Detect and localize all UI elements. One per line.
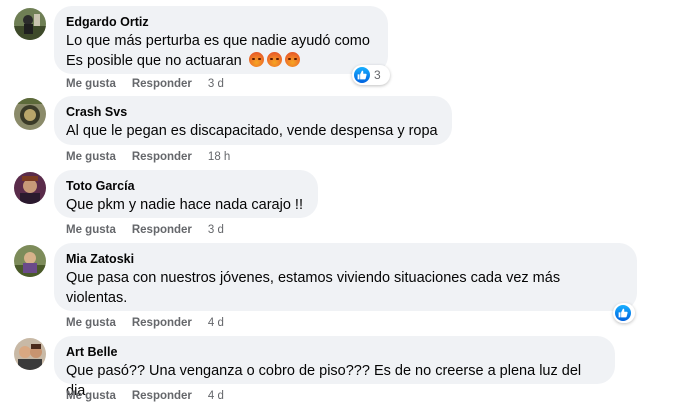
- like-button[interactable]: Me gusta: [66, 223, 116, 237]
- avatar[interactable]: [14, 98, 46, 130]
- comment-line: Lo que más perturba es que nadie ayudó c…: [66, 33, 370, 49]
- like-reaction-icon: [354, 67, 370, 83]
- comment-timestamp[interactable]: 4 d: [208, 316, 224, 330]
- comment-timestamp[interactable]: 18 h: [208, 150, 230, 164]
- comment-actions: Me gusta Responder 3 d: [66, 77, 224, 91]
- reply-button[interactable]: Responder: [132, 223, 192, 237]
- comment-bubble: Edgardo Ortiz Lo que más perturba es que…: [54, 6, 388, 74]
- comment-bubble: Mia Zatoski Que pasa con nuestros jóvene…: [54, 243, 637, 311]
- comment-author[interactable]: Toto García: [66, 178, 306, 194]
- reaction-count: 3: [374, 68, 381, 82]
- comment-line: Que pasa con nuestros jóvenes, estamos v…: [66, 270, 561, 286]
- comment-bubble: Crash Svs Al que le pegan es discapacita…: [54, 96, 452, 145]
- avatar[interactable]: [14, 245, 46, 277]
- reply-button[interactable]: Responder: [132, 316, 192, 330]
- angry-face-icon: [266, 52, 282, 67]
- comment-author[interactable]: Mia Zatoski: [66, 251, 625, 267]
- like-button[interactable]: Me gusta: [66, 316, 116, 330]
- like-button[interactable]: Me gusta: [66, 77, 116, 91]
- like-reaction-icon: [615, 305, 631, 321]
- comment-text: Que pkm y nadie hace nada carajo !!: [66, 197, 303, 213]
- reaction-summary[interactable]: [613, 303, 635, 323]
- comment-author[interactable]: Art Belle: [66, 344, 603, 360]
- comment-actions: Me gusta Responder 18 h: [66, 150, 230, 164]
- comment-bubble: Art Belle Que pasó?? Una venganza o cobr…: [54, 336, 615, 399]
- angry-face-icon: [284, 52, 300, 67]
- comment-actions: Me gusta Responder 4 d: [66, 316, 224, 330]
- comment-line-with-emoji: Es posible que no actuaran: [66, 51, 376, 71]
- avatar[interactable]: [14, 338, 46, 370]
- comment-actions: Me gusta Responder 3 d: [66, 223, 224, 237]
- avatar[interactable]: [14, 8, 46, 40]
- comment-line: Es posible que no actuaran: [66, 53, 242, 69]
- comment-actions: Me gusta Responder 4 d: [66, 389, 224, 403]
- avatar[interactable]: [14, 172, 46, 204]
- like-button[interactable]: Me gusta: [66, 389, 116, 403]
- reply-button[interactable]: Responder: [132, 150, 192, 164]
- comment-timestamp[interactable]: 3 d: [208, 77, 224, 91]
- comment-line: violentas.: [66, 290, 128, 306]
- comment-timestamp[interactable]: 4 d: [208, 389, 224, 403]
- comment-text: Que pasa con nuestros jóvenes, estamos v…: [66, 268, 625, 308]
- comment-text: Lo que más perturba es que nadie ayudó c…: [66, 31, 376, 71]
- comment-bubble: Toto García Que pkm y nadie hace nada ca…: [54, 170, 318, 218]
- comment-author[interactable]: Crash Svs: [66, 104, 440, 120]
- like-button[interactable]: Me gusta: [66, 150, 116, 164]
- angry-face-icon: [248, 52, 264, 67]
- reaction-summary[interactable]: 3: [352, 65, 390, 85]
- reply-button[interactable]: Responder: [132, 389, 192, 403]
- comment-author[interactable]: Edgardo Ortiz: [66, 14, 376, 30]
- reply-button[interactable]: Responder: [132, 77, 192, 91]
- comment-timestamp[interactable]: 3 d: [208, 223, 224, 237]
- comment-text: Al que le pegan es discapacitado, vende …: [66, 123, 438, 139]
